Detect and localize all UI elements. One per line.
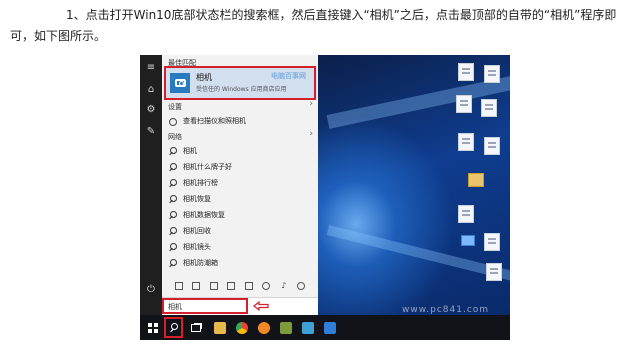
chrome-icon[interactable] xyxy=(234,320,249,335)
feedback-icon[interactable]: ✎ xyxy=(143,123,159,139)
filter-settings-icon[interactable] xyxy=(192,282,201,290)
highlight-taskbar-search xyxy=(164,317,183,338)
home-icon[interactable]: ⌂ xyxy=(143,81,159,97)
search-icon xyxy=(168,194,177,204)
desktop-doc-icon[interactable] xyxy=(458,205,474,223)
filter-photos-icon[interactable] xyxy=(244,282,253,290)
filter-web-icon[interactable] xyxy=(297,282,306,290)
media-app-icon[interactable] xyxy=(278,320,293,335)
search-icon xyxy=(168,210,177,220)
desktop-doc-icon[interactable] xyxy=(486,263,502,281)
search-icon xyxy=(168,226,177,236)
scanner-settings-icon xyxy=(168,117,177,126)
filter-apps-icon[interactable] xyxy=(174,282,183,290)
web-result-label: 相机什么牌子好 xyxy=(183,163,232,171)
search-icon xyxy=(168,178,177,188)
taskbar xyxy=(140,315,510,340)
highlight-search-box xyxy=(162,298,248,314)
settings-chevron-icon[interactable]: › xyxy=(309,99,313,109)
desktop-doc-icon[interactable] xyxy=(458,133,474,151)
orange-browser-icon[interactable] xyxy=(256,320,271,335)
desktop-folder-icon[interactable] xyxy=(468,173,484,187)
web-result-item[interactable]: 相机数据恢复 xyxy=(168,208,225,222)
desktop-doc-icon[interactable] xyxy=(456,95,472,113)
filter-videos-icon[interactable] xyxy=(262,282,271,290)
web-result-item[interactable]: 相机防潮箱 xyxy=(168,256,218,270)
filter-music-icon[interactable]: ♪ xyxy=(280,282,288,290)
desktop-doc-icon[interactable] xyxy=(484,65,500,83)
web-result-label: 相机数据恢复 xyxy=(183,211,225,219)
web-result-label: 相机恢复 xyxy=(183,195,211,203)
left-arrow-icon xyxy=(253,301,269,311)
filter-folders-icon[interactable] xyxy=(227,282,236,290)
web-result-label: 相机镜头 xyxy=(183,243,211,251)
watermark-text: www.pc841.com xyxy=(402,305,490,315)
web-result-item[interactable]: 相机镜头 xyxy=(168,240,211,254)
settings-result-label: 查看扫描仪和照相机 xyxy=(183,117,246,125)
mail-app-icon[interactable] xyxy=(322,320,337,335)
desktop-doc-icon[interactable] xyxy=(481,99,497,117)
file-explorer-icon[interactable] xyxy=(212,320,227,335)
photos-app-icon[interactable] xyxy=(300,320,315,335)
web-result-label: 相机排行榜 xyxy=(183,179,218,187)
instruction-paragraph: 1、点击打开Win10底部状态栏的搜索框，然后直接键入“相机”之后，点击最顶部的… xyxy=(10,5,630,47)
desktop-doc-icon[interactable] xyxy=(484,137,500,155)
web-result-item[interactable]: 相机恢复 xyxy=(168,192,211,206)
search-filter-bar: ♪ xyxy=(162,275,318,297)
windows-start-icon[interactable] xyxy=(145,320,160,335)
power-icon[interactable]: ⏻ xyxy=(143,281,159,297)
desktop-doc-icon[interactable] xyxy=(484,233,500,251)
web-header: 网络 xyxy=(168,133,182,141)
hamburger-menu-icon[interactable]: ≡ xyxy=(143,59,159,75)
highlight-best-match xyxy=(164,66,316,100)
web-result-label: 相机回收 xyxy=(183,227,211,235)
web-result-item[interactable]: 相机排行榜 xyxy=(168,176,218,190)
filter-documents-icon[interactable] xyxy=(209,282,218,290)
web-result-item[interactable]: 相机什么牌子好 xyxy=(168,160,232,174)
web-result-label: 相机 xyxy=(183,147,197,155)
search-icon xyxy=(168,162,177,172)
instruction-text: 1、点击打开Win10底部状态栏的搜索框，然后直接键入“相机”之后，点击最顶部的… xyxy=(10,8,617,43)
web-chevron-icon[interactable]: › xyxy=(309,129,313,139)
windows-screenshot: www.pc841.com ≡ ⌂ ⚙ ✎ ⏻ 最佳匹配 相机 受信任的 Win… xyxy=(140,55,510,340)
settings-header: 设置 xyxy=(168,103,182,111)
desktop-background xyxy=(318,55,510,315)
search-icon xyxy=(168,146,177,156)
settings-gear-icon[interactable]: ⚙ xyxy=(143,101,159,117)
search-icon xyxy=(168,258,177,268)
start-menu-rail: ≡ ⌂ ⚙ ✎ ⏻ xyxy=(140,55,162,315)
search-icon xyxy=(168,242,177,252)
web-result-item[interactable]: 相机回收 xyxy=(168,224,211,238)
desktop-network-icon[interactable] xyxy=(460,233,476,251)
desktop-doc-icon[interactable] xyxy=(458,63,474,81)
settings-result-scanners[interactable]: 查看扫描仪和照相机 xyxy=(168,114,246,128)
task-view-icon[interactable] xyxy=(188,320,203,335)
web-result-label: 相机防潮箱 xyxy=(183,259,218,267)
web-result-item[interactable]: 相机 xyxy=(168,144,197,158)
